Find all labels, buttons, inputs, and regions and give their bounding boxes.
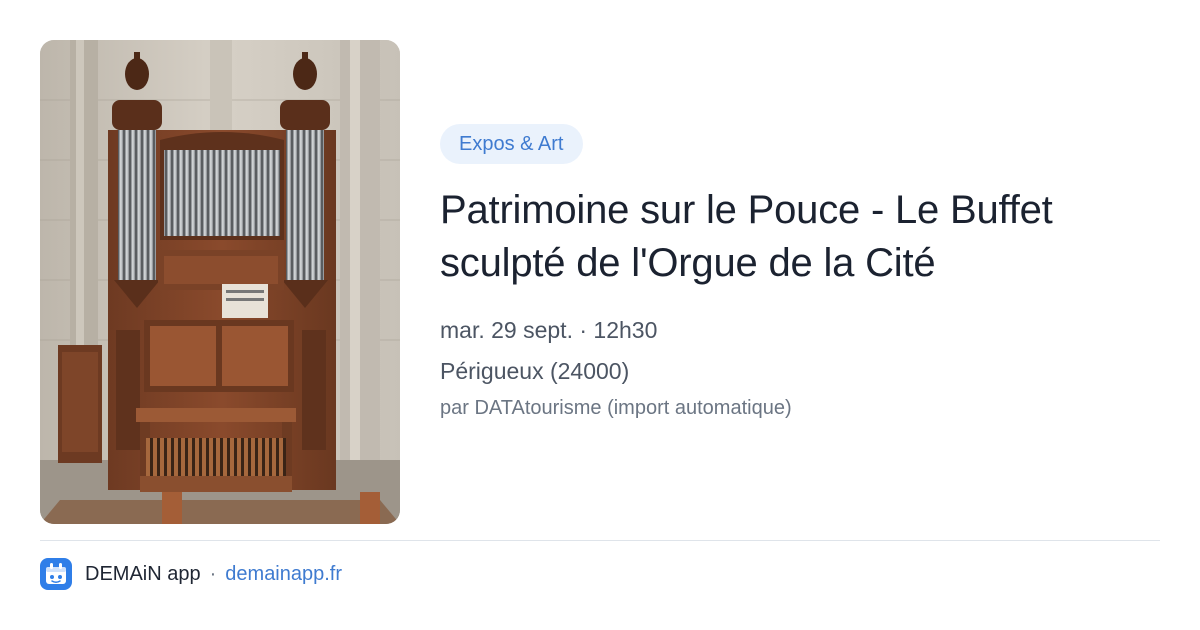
event-source: par DATAtourisme (import automatique) [440, 397, 792, 419]
event-location: Périgueux (24000) [440, 358, 630, 384]
event-title[interactable]: Patrimoine sur le Pouce - Le Buffet scul… [440, 184, 1160, 290]
event-share-card[interactable]: Expos & Art Patrimoine sur le Pouce - Le… [0, 0, 1200, 630]
app-url-link[interactable]: demainapp.fr [225, 563, 342, 586]
event-date-time: mar. 29 sept. · 12h30 [440, 317, 658, 343]
footer-divider [40, 540, 1160, 541]
app-name: DEMAiN app [85, 562, 201, 585]
footer-separator: · [209, 562, 217, 585]
category-badge[interactable]: Expos & Art [440, 124, 583, 164]
event-image [40, 40, 400, 524]
footer: DEMAiN app · demainapp.fr [40, 558, 342, 590]
event-details: Expos & Art Patrimoine sur le Pouce - Le… [440, 124, 1160, 421]
demain-app-logo-icon[interactable] [40, 558, 72, 590]
